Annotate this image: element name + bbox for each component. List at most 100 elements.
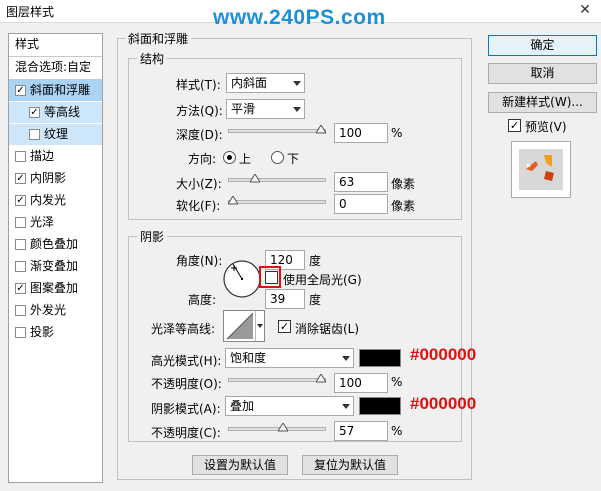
window-title: 图层样式	[6, 5, 55, 19]
style-item[interactable]: ✓ 内阴影	[9, 168, 102, 189]
size-slider-track[interactable]	[228, 178, 326, 182]
style-item[interactable]: ✓ 等高线	[9, 102, 102, 123]
chevron-down-icon	[293, 107, 301, 112]
style-item-checkbox[interactable]: ✓	[15, 85, 26, 96]
angle-unit: 度	[309, 254, 322, 268]
highlight-opacity-input[interactable]: 100	[334, 373, 388, 393]
soften-input[interactable]: 0	[334, 194, 388, 214]
style-item-checkbox[interactable]	[15, 305, 26, 316]
antialias-label: 消除锯齿(L)	[295, 322, 360, 336]
style-item-checkbox[interactable]	[29, 129, 40, 140]
preview-thumbnail	[511, 141, 571, 198]
preview-label: 预览(V)	[525, 120, 567, 134]
shadow-opacity-input[interactable]: 57	[334, 421, 388, 441]
antialias-checkbox[interactable]: ✓	[278, 320, 291, 333]
shadow-color-swatch[interactable]	[359, 397, 401, 415]
styles-header[interactable]: 样式	[9, 34, 102, 55]
style-item-checkbox[interactable]	[15, 217, 26, 228]
direction-down-label: 下	[287, 152, 300, 166]
size-input[interactable]: 63	[334, 172, 388, 192]
depth-label: 深度(D):	[176, 128, 223, 142]
shadow-mode-select[interactable]: 叠加	[225, 396, 354, 416]
style-item-label: 投影	[30, 325, 55, 339]
style-item-checkbox[interactable]	[15, 261, 26, 272]
style-item-label: 渐变叠加	[30, 259, 79, 273]
highlight-mode-label: 高光模式(H):	[151, 354, 222, 368]
style-item[interactable]: 纹理	[9, 124, 102, 145]
depth-slider-track[interactable]	[228, 129, 326, 133]
shadow-opacity-thumb[interactable]	[278, 423, 289, 432]
blend-options-item[interactable]: 混合选项:自定	[9, 57, 102, 78]
style-label: 样式(T):	[176, 78, 221, 92]
highlight-color-swatch[interactable]	[359, 349, 401, 367]
soften-label: 软化(F):	[176, 199, 221, 213]
technique-select[interactable]: 平滑	[226, 99, 305, 119]
bevel-title: 斜面和浮雕	[125, 30, 192, 47]
style-item-checkbox[interactable]: ✓	[15, 195, 26, 206]
style-item[interactable]: ✓ 斜面和浮雕	[9, 80, 102, 101]
highlight-hex-annotation: #000000	[410, 345, 477, 364]
style-item[interactable]: 描边	[9, 146, 102, 167]
style-item-label: 图案叠加	[30, 281, 79, 295]
altitude-label: 高度:	[188, 293, 217, 307]
style-item[interactable]: 颜色叠加	[9, 234, 102, 255]
highlight-opacity-thumb[interactable]	[316, 374, 326, 383]
style-item-label: 纹理	[44, 127, 69, 141]
shadow-hex-annotation: #000000	[410, 394, 477, 413]
style-item-checkbox[interactable]	[15, 151, 26, 162]
highlight-opacity-track[interactable]	[228, 378, 326, 382]
highlight-mode-select[interactable]: 饱和度	[225, 348, 354, 368]
close-icon[interactable]: ✕	[575, 1, 595, 19]
style-item-label: 描边	[30, 149, 55, 163]
style-item[interactable]: 渐变叠加	[9, 256, 102, 277]
direction-down-radio[interactable]	[271, 151, 284, 164]
soften-unit: 像素	[391, 199, 416, 213]
style-item-checkbox[interactable]: ✓	[15, 173, 26, 184]
styles-list: 样式 混合选项:自定 ✓ 斜面和浮雕 ✓ 等高线 纹理 描边 ✓ 内阴影 ✓ 内发光 光泽 颜色叠加渐…	[8, 33, 103, 483]
chevron-down-icon	[342, 356, 350, 361]
altitude-input[interactable]: 39	[265, 289, 305, 309]
style-item-label: 内阴影	[30, 171, 67, 185]
direction-up-radio[interactable]	[223, 151, 236, 164]
size-label: 大小(Z):	[176, 177, 222, 191]
soften-slider-track[interactable]	[228, 200, 326, 204]
style-item[interactable]: 光泽	[9, 212, 102, 233]
shadow-opacity-unit: %	[391, 424, 403, 438]
shadow-opacity-track[interactable]	[228, 427, 326, 431]
angle-dial[interactable]	[222, 259, 262, 299]
gloss-contour-label: 光泽等高线:	[151, 322, 216, 336]
style-item-checkbox[interactable]	[15, 239, 26, 250]
direction-up-label: 上	[239, 152, 252, 166]
style-item[interactable]: ✓ 图案叠加	[9, 278, 102, 299]
style-item[interactable]: 投影	[9, 322, 102, 343]
style-select[interactable]: 内斜面	[226, 73, 305, 93]
soften-slider-thumb[interactable]	[228, 196, 238, 205]
preview-checkbox[interactable]: ✓	[508, 119, 521, 132]
new-style-button[interactable]: 新建样式(W)...	[488, 92, 597, 113]
shadow-opacity-label: 不透明度(C):	[151, 426, 221, 440]
size-slider-thumb[interactable]	[250, 174, 260, 183]
highlight-opacity-label: 不透明度(O):	[151, 377, 222, 391]
depth-input[interactable]: 100	[334, 123, 388, 143]
style-item-checkbox[interactable]: ✓	[15, 283, 26, 294]
style-item-checkbox[interactable]	[15, 327, 26, 338]
style-item[interactable]: 外发光	[9, 300, 102, 321]
global-light-checkbox[interactable]	[265, 271, 278, 284]
ok-button[interactable]: 确定	[488, 35, 597, 56]
altitude-unit: 度	[309, 293, 322, 307]
highlight-opacity-unit: %	[391, 375, 403, 389]
style-item-label: 光泽	[30, 215, 55, 229]
style-item-label: 内发光	[30, 193, 67, 207]
style-item-checkbox[interactable]: ✓	[29, 107, 40, 118]
depth-slider-thumb[interactable]	[316, 125, 326, 134]
structure-title: 结构	[137, 50, 168, 67]
style-item[interactable]: ✓ 内发光	[9, 190, 102, 211]
style-item-label: 颜色叠加	[30, 237, 79, 251]
reset-default-button[interactable]: 复位为默认值	[302, 455, 398, 475]
cancel-button[interactable]: 取消	[488, 63, 597, 84]
make-default-button[interactable]: 设置为默认值	[192, 455, 288, 475]
preview-swatch-image	[526, 155, 554, 181]
style-item-label: 等高线	[44, 105, 81, 119]
gloss-contour-picker[interactable]	[223, 310, 265, 342]
angle-dial-icon	[223, 260, 261, 298]
